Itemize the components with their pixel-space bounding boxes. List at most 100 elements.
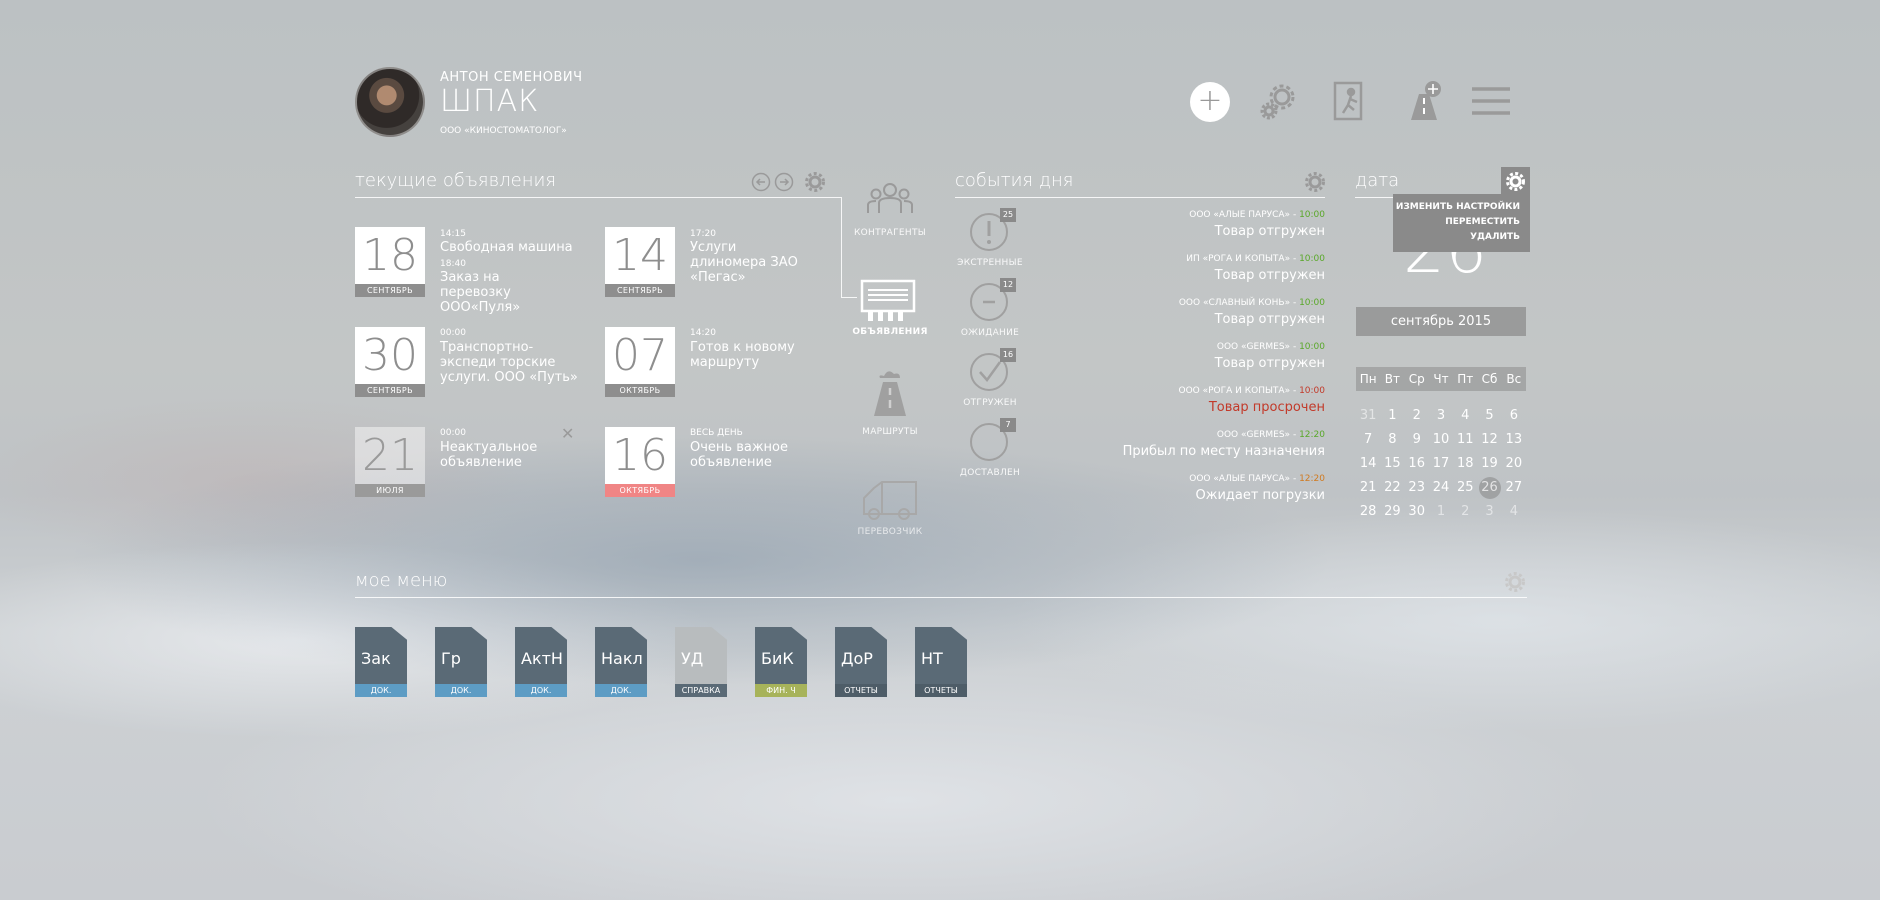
calendar-day[interactable]: 3	[1477, 500, 1501, 524]
my-menu-title: мое меню	[355, 570, 448, 591]
announcement-text[interactable]: Неактуальное объявление	[440, 440, 537, 470]
calendar-week: 28 29 30 1 2 3 4	[1356, 500, 1526, 524]
calendar-day[interactable]: 24	[1429, 476, 1453, 500]
announcements-nav-icon[interactable]	[858, 278, 918, 322]
menu-item-delete[interactable]: УДАЛИТЬ	[1393, 230, 1530, 245]
calendar-day[interactable]: 9	[1405, 428, 1429, 452]
menu-document-item[interactable]: БиК ФИН. Ч	[755, 627, 807, 698]
calendar-day[interactable]: 19	[1477, 452, 1501, 476]
calendar-day[interactable]: 1	[1380, 404, 1404, 428]
event-status[interactable]: Прибыл по месту назначения	[965, 444, 1325, 459]
menu-document-item[interactable]: АктН ДОК.	[515, 627, 567, 698]
my-menu-settings-icon[interactable]	[1504, 571, 1526, 593]
hamburger-menu-icon[interactable]	[1470, 80, 1512, 122]
menu-document-item[interactable]: НТ ОТЧЕТЫ	[915, 627, 967, 698]
user-first-name: АНТОН СЕМЕНОВИЧ	[440, 70, 583, 85]
nav-announcements[interactable]: ОБЪЯВЛЕНИЯ	[840, 327, 940, 337]
calendar-day[interactable]: 2	[1453, 500, 1477, 524]
announcement-date-tile[interactable]: 16 ОКТЯБРЬ	[605, 427, 675, 497]
event-status[interactable]: Товар отгружен	[965, 224, 1325, 239]
calendar-day[interactable]: 28	[1356, 500, 1380, 524]
menu-document-item[interactable]: ДоР ОТЧЕТЫ	[835, 627, 887, 698]
calendar-day[interactable]: 3	[1429, 404, 1453, 428]
calendar-day[interactable]: 23	[1405, 476, 1429, 500]
calendar-day[interactable]: 8	[1380, 428, 1404, 452]
announcement-text[interactable]: Услуги длиномера ЗАО «Пегас»	[690, 240, 815, 285]
announcement-date-tile[interactable]: 07 ОКТЯБРЬ	[605, 327, 675, 397]
calendar-day[interactable]: 27	[1502, 476, 1526, 500]
event-status[interactable]: Товар отгружен	[965, 268, 1325, 283]
status-label: ОЖИДАНИЕ	[960, 328, 1020, 338]
calendar-day[interactable]: 12	[1477, 428, 1501, 452]
gear-icon	[1506, 172, 1525, 191]
avatar[interactable]	[355, 67, 425, 137]
menu-document-item[interactable]: Накл ДОК.	[595, 627, 647, 698]
announcement-date-tile[interactable]: 14 СЕНТЯБРЬ	[605, 227, 675, 297]
calendar-day[interactable]: 22	[1380, 476, 1404, 500]
add-button[interactable]: +	[1190, 82, 1230, 122]
calendar-day[interactable]: 4	[1502, 500, 1526, 524]
month-label[interactable]: сентябрь 2015	[1356, 307, 1526, 336]
document-category-tag: ОТЧЕТЫ	[915, 684, 967, 697]
add-route-icon[interactable]	[1403, 80, 1445, 122]
calendar-day[interactable]: 25	[1453, 476, 1477, 500]
calendar-day[interactable]: 31	[1356, 404, 1380, 428]
calendar-day[interactable]: 4	[1453, 404, 1477, 428]
calendar-day[interactable]: 15	[1380, 452, 1404, 476]
announcements-divider	[355, 197, 841, 198]
weekday: Ср	[1408, 372, 1425, 386]
calendar-day[interactable]: 6	[1502, 404, 1526, 428]
calendar-day[interactable]: 10	[1429, 428, 1453, 452]
nav-contractors[interactable]: КОНТРАГЕНТЫ	[840, 228, 940, 238]
calendar-day[interactable]: 5	[1477, 404, 1501, 428]
calendar-day[interactable]: 14	[1356, 452, 1380, 476]
calendar-day[interactable]: 21	[1356, 476, 1380, 500]
announcement-date-tile[interactable]: 30 СЕНТЯБРЬ	[355, 327, 425, 397]
calendar-day[interactable]: 29	[1380, 500, 1404, 524]
calendar-day[interactable]: 16	[1405, 452, 1429, 476]
announcements-title: текущие объявления	[355, 170, 556, 191]
carrier-truck-icon[interactable]	[860, 480, 920, 522]
event-status[interactable]: Товар просрочен	[965, 400, 1325, 415]
contractors-icon[interactable]	[866, 181, 914, 221]
announcement-text[interactable]: Очень важное объявление	[690, 440, 790, 470]
calendar-day[interactable]: 17	[1429, 452, 1453, 476]
announcement-text[interactable]: Готов к новому маршруту	[690, 340, 805, 370]
calendar-day[interactable]: 26	[1477, 476, 1501, 500]
exit-icon[interactable]	[1330, 80, 1372, 122]
menu-document-item[interactable]: УД СПРАВКА	[675, 627, 727, 698]
gear-icon[interactable]	[1258, 80, 1300, 122]
prev-arrow-icon[interactable]	[751, 172, 771, 192]
announcement-text[interactable]: Свободная машина	[440, 240, 590, 255]
menu-document-item[interactable]: Гр ДОК.	[435, 627, 487, 698]
menu-document-item[interactable]: Зак ДОК.	[355, 627, 407, 698]
calendar-day[interactable]: 13	[1502, 428, 1526, 452]
calendar-day[interactable]: 1	[1429, 500, 1453, 524]
event-status[interactable]: Товар отгружен	[965, 312, 1325, 327]
nav-routes[interactable]: МАРШРУТЫ	[840, 427, 940, 437]
events-settings-icon[interactable]	[1304, 171, 1326, 193]
nav-carrier[interactable]: ПЕРЕВОЗЧИК	[840, 527, 940, 537]
event-source: ИП «РОГА И КОПЫТА» - 10:00	[1186, 254, 1325, 264]
next-arrow-icon[interactable]	[774, 172, 794, 192]
calendar-day[interactable]: 20	[1502, 452, 1526, 476]
calendar-day[interactable]: 18	[1453, 452, 1477, 476]
menu-item-change-settings[interactable]: ИЗМЕНИТЬ НАСТРОЙКИ	[1393, 200, 1530, 215]
calendar-day[interactable]: 7	[1356, 428, 1380, 452]
calendar-day[interactable]: 11	[1453, 428, 1477, 452]
events-title: события дня	[955, 170, 1074, 191]
event-status[interactable]: Товар отгружен	[965, 356, 1325, 371]
menu-item-move[interactable]: ПЕРЕМЕСТИТЬ	[1393, 215, 1530, 230]
document-abbreviation: НТ	[921, 649, 943, 668]
close-icon[interactable]: ✕	[561, 424, 574, 443]
announcement-text[interactable]: Заказ на перевозку ООО«Пуля»	[440, 270, 565, 315]
event-status[interactable]: Ожидает погрузки	[965, 488, 1326, 503]
date-settings-button[interactable]	[1501, 167, 1530, 196]
calendar-day[interactable]: 30	[1405, 500, 1429, 524]
announcements-settings-icon[interactable]	[804, 171, 826, 193]
announcement-text[interactable]: Транспортно-экспеди торские услуги. ООО …	[440, 340, 580, 385]
routes-icon[interactable]	[870, 368, 910, 418]
announcement-date-tile[interactable]: 21 ИЮЛЯ	[355, 427, 425, 497]
announcement-date-tile[interactable]: 18 СЕНТЯБРЬ	[355, 227, 425, 297]
calendar-day[interactable]: 2	[1405, 404, 1429, 428]
